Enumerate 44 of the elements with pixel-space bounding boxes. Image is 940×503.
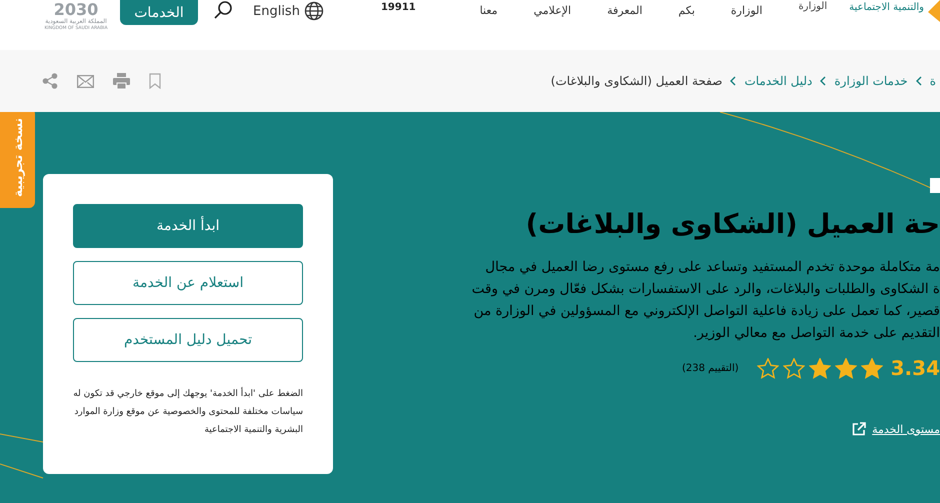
nav-item[interactable]: الإعلامي <box>534 4 572 17</box>
ministry-logo-icon <box>928 0 940 22</box>
ministry-name: والتنمية الاجتماعية <box>849 2 924 13</box>
vision-logo-mark: 2030 <box>54 1 98 18</box>
globe-icon[interactable] <box>304 1 324 21</box>
print-icon[interactable] <box>113 73 130 89</box>
breadcrumb-current: صفحة العميل (الشكاوى والبلاغات) <box>550 74 722 88</box>
nav-item[interactable]: معنا <box>480 4 498 17</box>
breadcrumb-link[interactable]: دليل الخدمات <box>744 74 812 88</box>
service-level-link[interactable]: مستوى الخدمة <box>852 422 940 436</box>
nav-item[interactable]: بكم <box>678 4 695 17</box>
star-icon <box>834 358 857 378</box>
chevron-icon <box>730 76 736 86</box>
service-button[interactable]: استعلام عن الخدمة <box>73 261 303 305</box>
external-link-icon <box>852 422 866 436</box>
mail-icon[interactable] <box>77 74 94 88</box>
star-icon <box>808 358 831 378</box>
description-line: ة الشكاوى والطلبات والبلاغات، والرد على الاستفسارات بشكل فعّال ومرن في وقت <box>472 280 940 299</box>
page-tab-marker <box>930 178 940 193</box>
chevron-icon <box>820 76 826 86</box>
description-line: قصير، كما تعمل على زيادة فاعلية التواصل الإلكتروني مع المسؤولين في الوزارة من <box>474 302 940 321</box>
share-icon[interactable] <box>42 73 58 89</box>
search-icon[interactable] <box>213 0 233 20</box>
service-button[interactable]: تحميل دليل المستخدم <box>73 318 303 362</box>
bookmark-icon[interactable] <box>149 73 161 89</box>
language-link[interactable]: English <box>253 4 300 18</box>
service-title: حة العميل (الشكاوى والبلاغات) <box>526 209 940 240</box>
chevron-icon <box>916 76 922 86</box>
services-button[interactable]: الخدمات <box>120 0 198 25</box>
breadcrumb-link[interactable]: ة <box>930 74 936 88</box>
nav-item[interactable]: الوزارة <box>730 4 762 17</box>
description-line: مة متكاملة موحدة تخدم المستفيد وتساعد على رفع مستوى رضا العميل في مجال <box>485 258 940 277</box>
rating-score: 3.34 <box>890 356 940 380</box>
nav-item[interactable]: الوزارة <box>798 1 828 12</box>
hotline-number: 19911 <box>380 2 416 13</box>
rating-count: (التقييم 238) <box>682 362 739 374</box>
star-outline-icon <box>782 358 805 378</box>
breadcrumb-link[interactable]: خدمات الوزارة <box>834 74 908 88</box>
star-icon <box>860 358 883 378</box>
nav-item[interactable]: المعرفة <box>607 4 642 17</box>
star-outline-icon <box>756 358 779 378</box>
start-service-button[interactable]: ابدأ الخدمة <box>73 204 303 248</box>
description-line: التقديم على خدمة التواصل مع معالي الوزير. <box>693 324 940 343</box>
external-site-note: الضغط على 'ابدأ الخدمة' يوجهك إلى موقع خارجي قد تكون له سياسات مختلفة للمحتوى والخصوصية عن موقع وزارة الموارد البشرية والتنمية الاجتماعية <box>73 386 303 437</box>
